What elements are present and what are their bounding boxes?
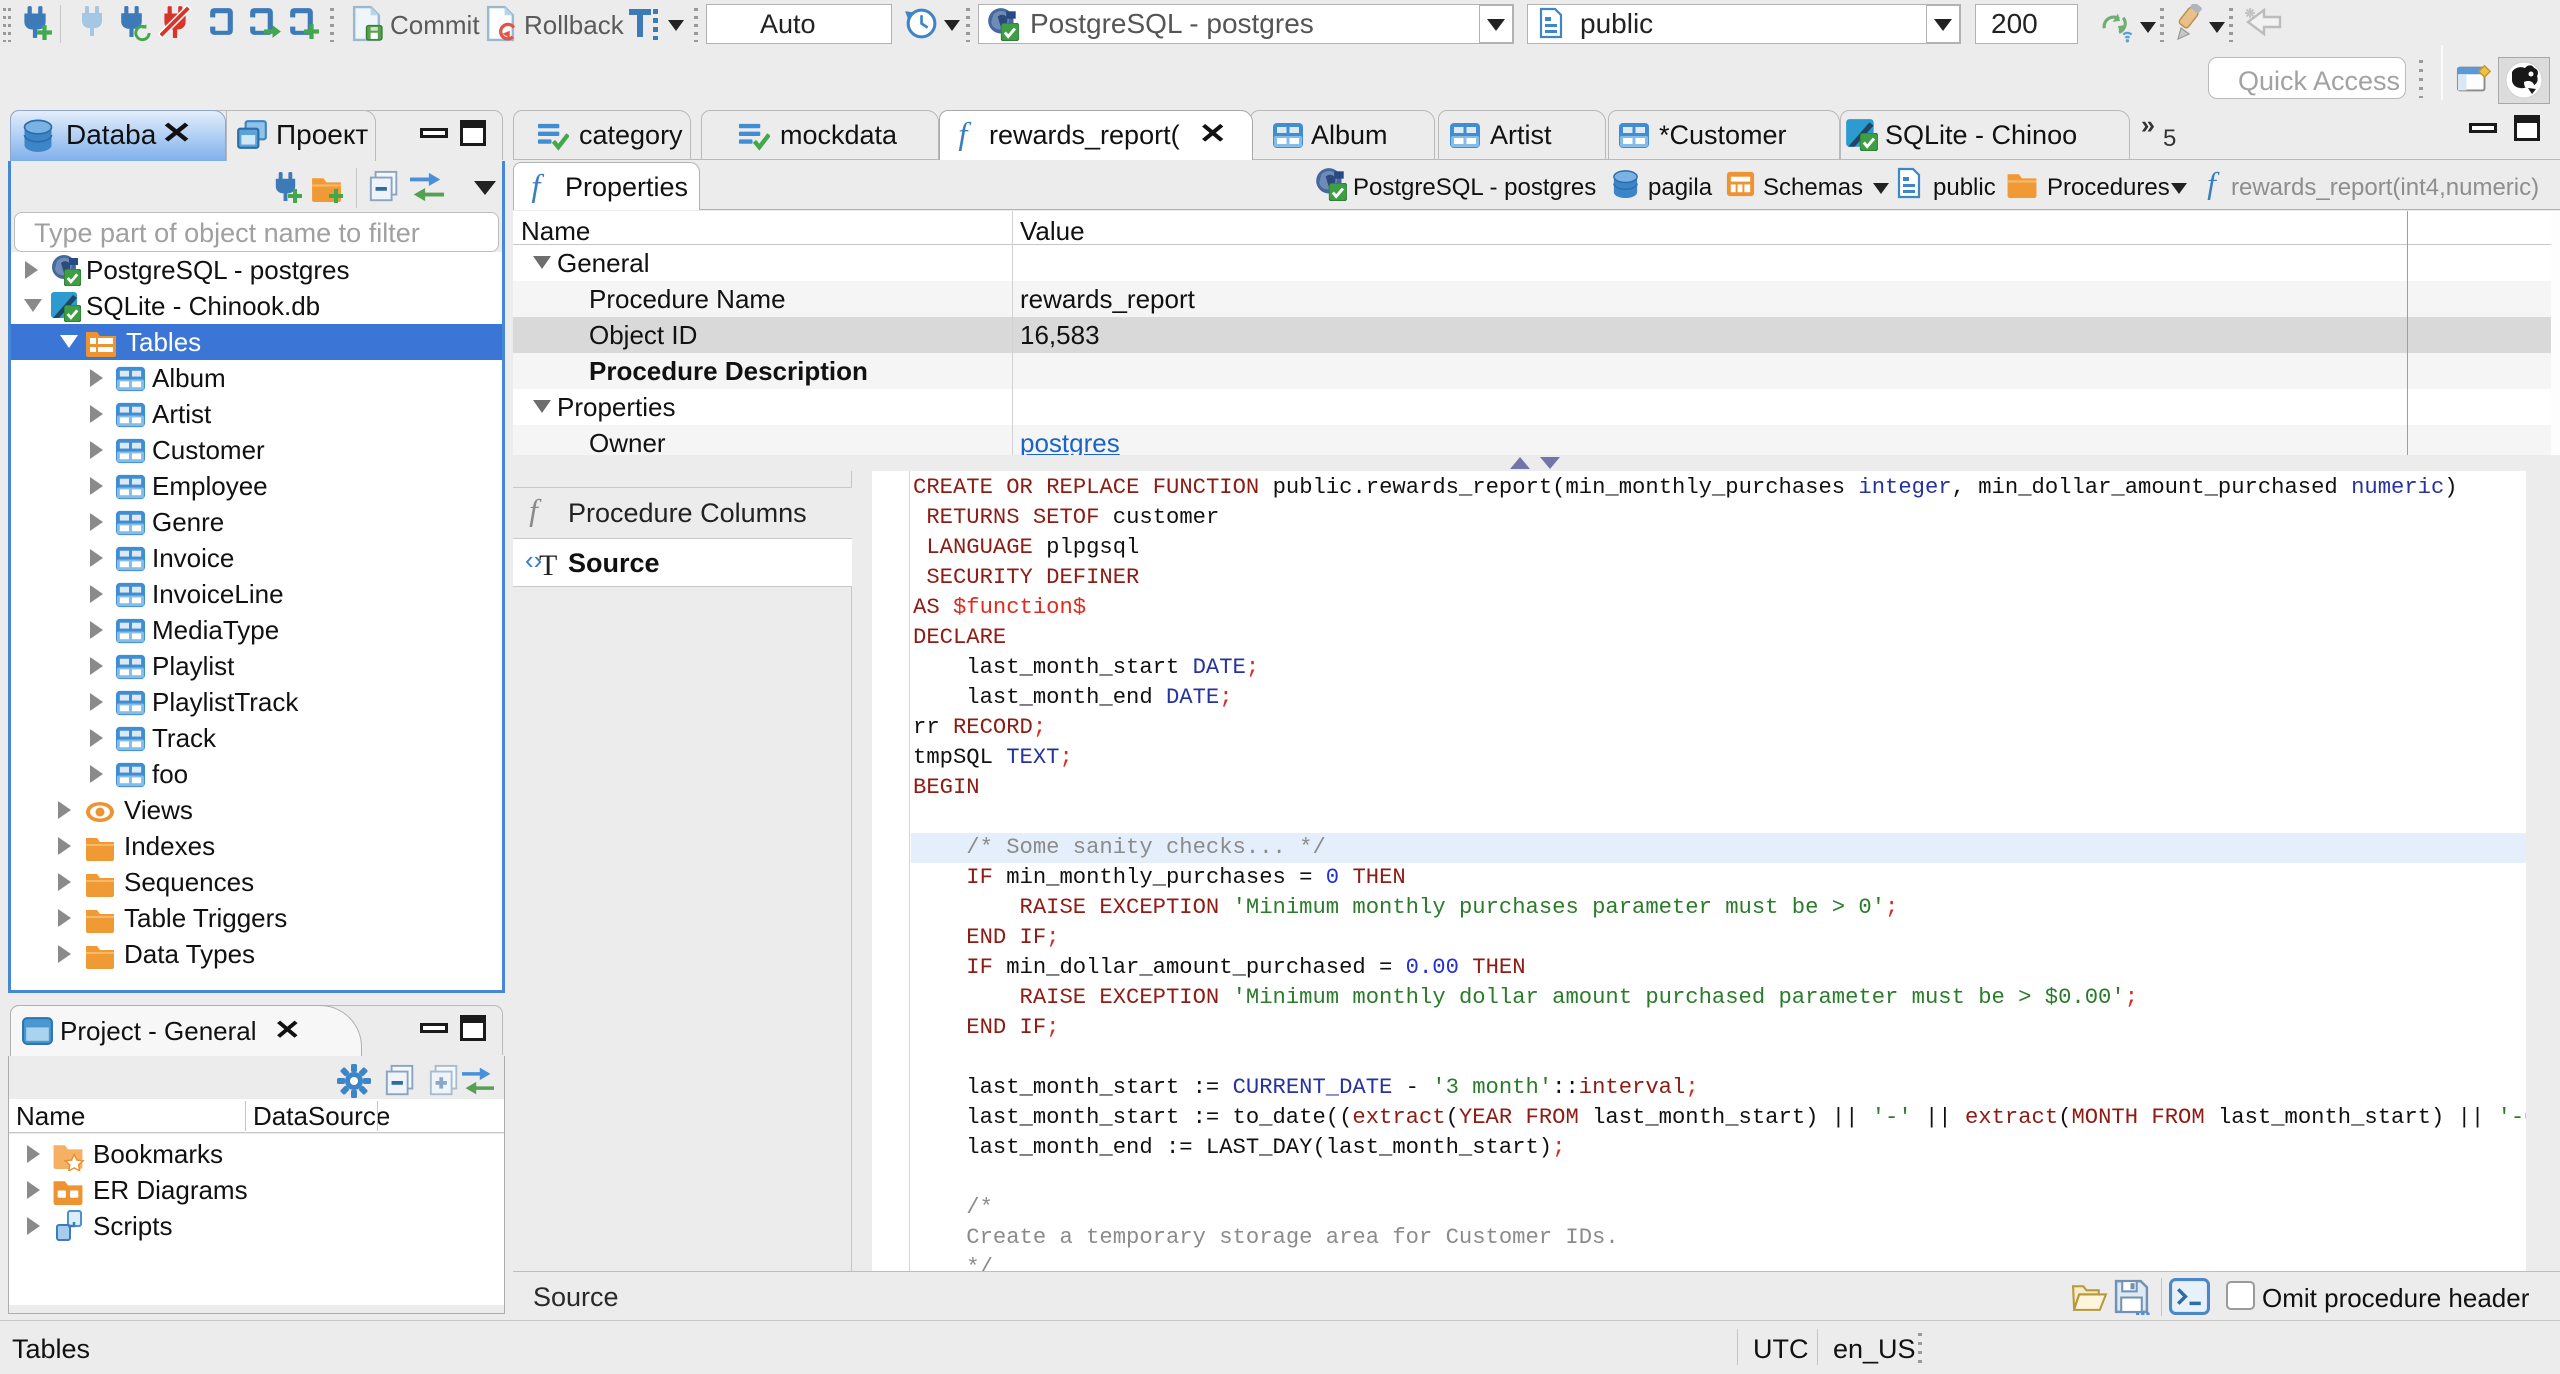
svg-text:f: f [529, 495, 542, 527]
svg-text:T: T [539, 549, 557, 579]
